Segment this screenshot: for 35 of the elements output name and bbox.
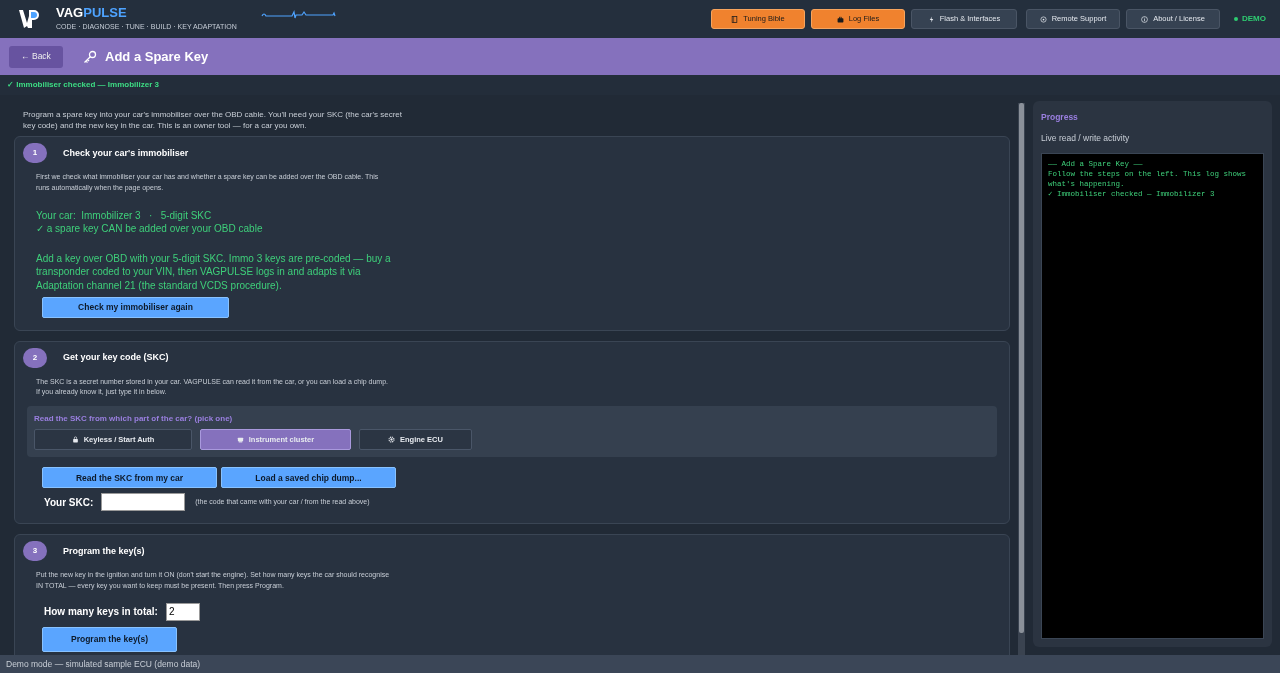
key-count-field[interactable]: 2 [165, 602, 200, 621]
step-title: Get your key code (SKC) [63, 351, 169, 365]
info-icon [1141, 15, 1149, 23]
scrollbar[interactable] [1018, 103, 1025, 655]
briefcase-icon [836, 15, 844, 23]
status-bar: Demo mode — simulated sample ECU (demo data) [0, 655, 1280, 673]
skc-field[interactable] [101, 493, 186, 512]
step-title: Program the key(s) [63, 544, 145, 558]
panel-subtitle: Live read / write activity [1041, 131, 1131, 145]
action-button[interactable]: Read the SKC from my car [42, 467, 217, 489]
back-button[interactable]: ← Back [9, 45, 63, 68]
step-title: Check your car's immobiliser [63, 146, 189, 160]
gear-icon [388, 436, 396, 444]
page-title: Add a Spare Key [105, 47, 209, 66]
panel-title: Progress [1041, 111, 1079, 124]
key-icon [83, 49, 97, 64]
book-icon [731, 15, 739, 23]
field-label: Your SKC: [44, 495, 94, 510]
action-button[interactable]: Program the key(s) [42, 626, 177, 652]
advice-text: Add a key over OBD with your 5-digit SKC. Immo 3 keys are pre-coded — buy a transponder coded to your VIN, then VAGPULSE logs in and adapts it via Adaptation channel 21 (the standard VCDS procedure). [35, 251, 392, 293]
result-text: Your car: Immobilizer 3 · 5-digit SKC [35, 208, 213, 223]
result-text: ✓ a spare key CAN be added over your OBD cable [35, 222, 264, 236]
mode-label: DEMO [1242, 13, 1266, 25]
source-question: Read the SKC from which part of the car? (pick one) [34, 413, 234, 426]
target-icon [1039, 15, 1047, 23]
app-name: VAGPULSE [56, 5, 128, 19]
step-number: 1 [23, 143, 47, 164]
count-label: How many keys in total: [44, 605, 158, 620]
step-number: 2 [23, 348, 47, 369]
step-number: 3 [23, 541, 47, 562]
action-button[interactable]: Load a saved chip dump... [221, 467, 396, 489]
logo-icon [18, 8, 40, 30]
action-button[interactable]: Check my immobiliser again [42, 297, 229, 319]
lock-icon [71, 436, 79, 444]
intro-text: Program a spare key into your car's immobiliser over the OBD cable. You'll need your SKC (the car's secret key code) and the new key in the car. This is an owner tool — for a car you own. [22, 109, 403, 133]
